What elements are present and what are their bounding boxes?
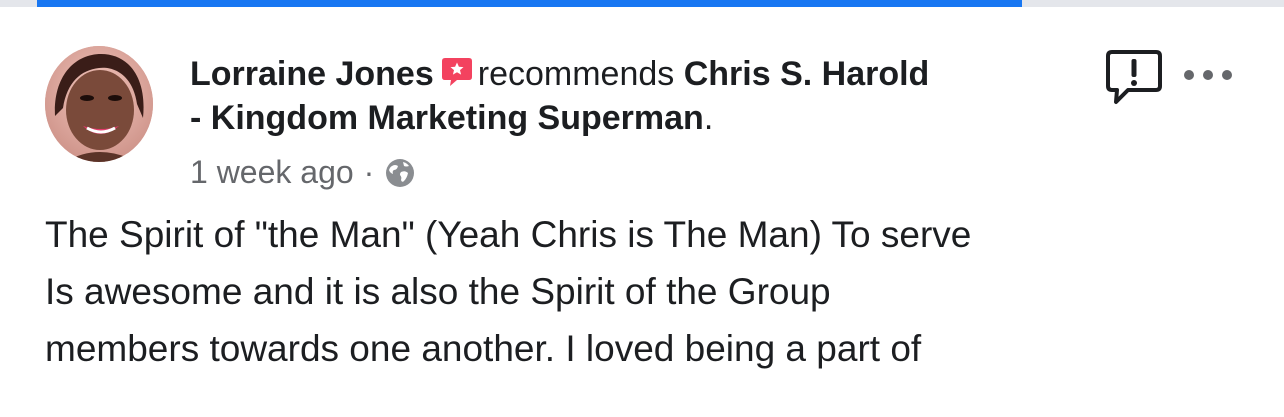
post-body: The Spirit of "the Man" (Yeah Chris is T… <box>45 206 1245 377</box>
post-meta: 1 week ago · <box>190 150 416 194</box>
meta-separator: · <box>363 154 375 190</box>
post-header: Lorraine Jones recommends Chris S. Harol… <box>190 52 1090 140</box>
recommend-badge-icon <box>440 55 474 89</box>
body-line: Is awesome and it is also the Spirit of … <box>45 271 831 312</box>
timestamp[interactable]: 1 week ago <box>190 150 354 194</box>
author-name[interactable]: Lorraine Jones <box>190 55 434 93</box>
avatar-image <box>45 46 153 162</box>
report-icon <box>1106 50 1162 104</box>
top-progress-fill <box>37 0 1022 7</box>
avatar[interactable] <box>45 46 153 162</box>
body-line: members towards one another. I loved bei… <box>45 328 922 369</box>
globe-icon[interactable] <box>384 156 416 188</box>
recommends-label: recommends <box>477 55 675 93</box>
header-period: . <box>703 99 714 137</box>
more-options-icon <box>1184 70 1232 80</box>
more-options-button[interactable] <box>1181 60 1237 90</box>
page-name-line2[interactable]: - Kingdom Marketing Superman <box>190 99 704 137</box>
body-line: The Spirit of "the Man" (Yeah Chris is T… <box>45 214 972 255</box>
report-button[interactable] <box>1104 48 1164 106</box>
page-name-line1[interactable]: Chris S. Harold <box>684 55 930 93</box>
